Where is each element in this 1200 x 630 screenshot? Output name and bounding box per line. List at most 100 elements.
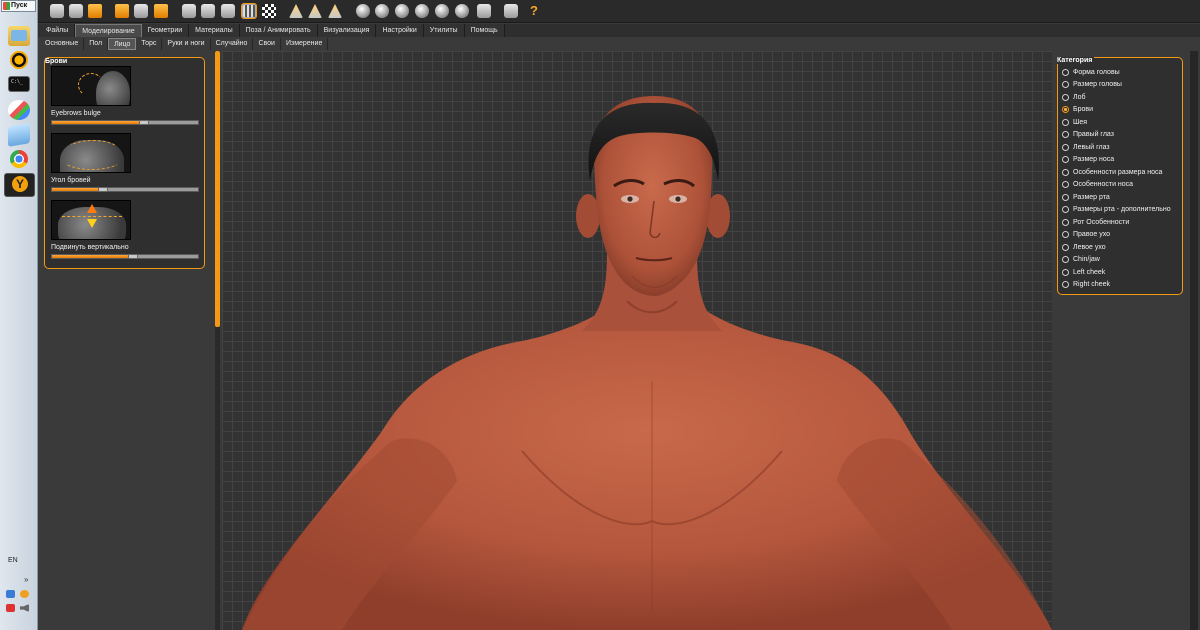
category-item[interactable]: Chin/jaw xyxy=(1062,254,1182,267)
tab-5[interactable]: Визуализация xyxy=(317,24,377,37)
paint-icon[interactable] xyxy=(8,100,30,120)
category-item[interactable]: Особенности размера носа xyxy=(1062,166,1182,179)
tab-2[interactable]: Геометрии xyxy=(141,24,190,37)
volume-icon[interactable] xyxy=(20,604,29,612)
slider-handle[interactable] xyxy=(128,254,139,259)
sphere-icon[interactable] xyxy=(356,4,370,18)
radio-icon[interactable] xyxy=(1062,231,1069,239)
radio-icon[interactable] xyxy=(1062,143,1069,151)
radio-icon[interactable] xyxy=(1062,118,1069,126)
radio-icon[interactable] xyxy=(1062,68,1069,76)
checker-icon[interactable] xyxy=(262,4,276,18)
sphere-icon[interactable] xyxy=(375,4,389,18)
sphere-icon[interactable] xyxy=(415,4,429,18)
tab-4[interactable]: Поза / Анимировать xyxy=(239,24,318,37)
sphere-icon[interactable] xyxy=(435,4,449,18)
subtab-5[interactable]: Случайно xyxy=(211,38,254,50)
subtab-4[interactable]: Руки и ноги xyxy=(162,38,211,50)
makehuman-icon[interactable] xyxy=(4,173,35,197)
radio-icon[interactable] xyxy=(1062,268,1069,276)
front-view-icon[interactable] xyxy=(289,4,303,18)
category-item[interactable]: Правый глаз xyxy=(1062,129,1182,142)
radio-icon[interactable] xyxy=(1062,218,1069,226)
sync-icon[interactable] xyxy=(20,590,29,598)
human-model[interactable] xyxy=(222,51,1052,630)
move-vertical-slider[interactable] xyxy=(51,254,199,259)
category-item[interactable]: Размер носа xyxy=(1062,154,1182,167)
tab-3[interactable]: Материалы xyxy=(189,24,240,37)
slider-handle[interactable] xyxy=(97,187,108,192)
radio-icon[interactable] xyxy=(1062,131,1069,139)
radio-icon[interactable] xyxy=(1062,206,1069,214)
top-view-icon[interactable] xyxy=(328,4,342,18)
sphere-icon[interactable] xyxy=(455,4,469,18)
radio-icon[interactable] xyxy=(1062,243,1069,251)
reset-icon[interactable] xyxy=(154,4,168,18)
left-scrollbar[interactable] xyxy=(215,51,220,630)
subtab-1[interactable]: Пол xyxy=(84,38,109,50)
tab-7[interactable]: Утилиты xyxy=(423,24,465,37)
eyebrows-bulge-slider[interactable] xyxy=(51,120,199,125)
radio-icon[interactable] xyxy=(1062,168,1069,176)
category-item[interactable]: Левый глаз xyxy=(1062,141,1182,154)
help-icon[interactable]: ? xyxy=(527,4,541,18)
subtab-3[interactable]: Торс xyxy=(136,38,163,50)
avast-icon[interactable] xyxy=(8,50,30,70)
pose-icon[interactable] xyxy=(221,4,235,18)
category-item[interactable]: Брови xyxy=(1062,104,1182,117)
radio-icon[interactable] xyxy=(1062,81,1069,89)
tab-6[interactable]: Настройки xyxy=(376,24,424,37)
notepad-icon[interactable] xyxy=(8,123,30,147)
grid-icon[interactable] xyxy=(241,3,257,19)
category-item[interactable]: Правое ухо xyxy=(1062,229,1182,242)
redo-icon[interactable] xyxy=(134,4,148,18)
language-indicator[interactable]: EN xyxy=(8,557,18,564)
smooth-icon[interactable] xyxy=(182,4,196,18)
subtab-6[interactable]: Свои xyxy=(253,38,281,50)
category-item[interactable]: Left cheek xyxy=(1062,266,1182,279)
category-item[interactable]: Размеры рта - дополнительно xyxy=(1062,204,1182,217)
radio-icon[interactable] xyxy=(1062,281,1069,289)
new-icon[interactable] xyxy=(50,4,64,18)
category-item[interactable]: Особенности носа xyxy=(1062,179,1182,192)
slider-handle[interactable] xyxy=(138,120,149,125)
camera-icon[interactable] xyxy=(504,4,518,18)
category-item[interactable]: Размер рта xyxy=(1062,191,1182,204)
start-button[interactable]: Пуск xyxy=(1,0,36,12)
zoom-icon[interactable] xyxy=(477,4,491,18)
category-item[interactable]: Рот Особенности xyxy=(1062,216,1182,229)
radio-icon[interactable] xyxy=(1062,181,1069,189)
3d-viewport[interactable] xyxy=(222,51,1052,630)
sphere-icon[interactable] xyxy=(395,4,409,18)
category-item[interactable]: Форма головы xyxy=(1062,66,1182,79)
category-item[interactable]: Размер головы xyxy=(1062,79,1182,92)
right-scrollbar[interactable] xyxy=(1190,51,1198,630)
scrollbar-thumb[interactable] xyxy=(215,51,220,327)
subtab-0[interactable]: Основные xyxy=(40,38,85,50)
tab-1[interactable]: Моделирование xyxy=(75,24,142,37)
radio-icon[interactable] xyxy=(1062,156,1069,164)
category-item[interactable]: Шея xyxy=(1062,116,1182,129)
tab-8[interactable]: Помощь xyxy=(464,24,505,37)
cmd-icon[interactable] xyxy=(8,76,30,92)
side-view-icon[interactable] xyxy=(308,4,322,18)
category-item[interactable]: Левое ухо xyxy=(1062,241,1182,254)
eyebrows-angle-slider[interactable] xyxy=(51,187,199,192)
chrome-icon[interactable] xyxy=(8,149,30,169)
radio-icon[interactable] xyxy=(1062,193,1069,201)
undo-icon[interactable] xyxy=(115,4,129,18)
tray-expand-icon[interactable]: » xyxy=(24,575,28,584)
save-icon[interactable] xyxy=(69,4,83,18)
radio-icon[interactable] xyxy=(1062,106,1069,114)
export-icon[interactable] xyxy=(88,4,102,18)
wireframe-icon[interactable] xyxy=(201,4,215,18)
category-item[interactable]: Лоб xyxy=(1062,91,1182,104)
radio-icon[interactable] xyxy=(1062,256,1069,264)
tab-0[interactable]: Файлы xyxy=(40,24,76,37)
explorer-icon[interactable] xyxy=(8,26,30,46)
radio-icon[interactable] xyxy=(1062,93,1069,101)
action-center-icon[interactable] xyxy=(6,604,15,612)
subtab-2[interactable]: Лицо xyxy=(108,38,137,50)
network-icon[interactable] xyxy=(6,590,15,598)
subtab-7[interactable]: Измерение xyxy=(281,38,329,50)
